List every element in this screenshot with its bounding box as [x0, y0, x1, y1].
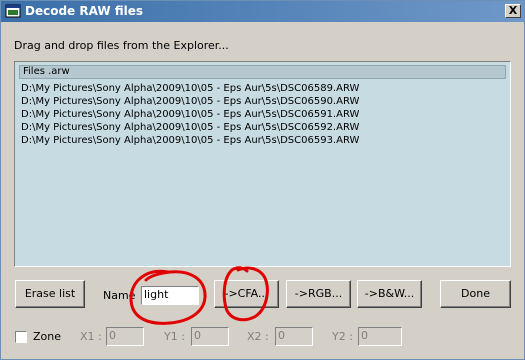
file-list-item[interactable]: D:\My Pictures\Sony Alpha\2009\10\05 - E…	[21, 121, 359, 134]
to-rgb-button[interactable]: ->RGB...	[286, 280, 351, 308]
title-bar[interactable]: Decode RAW files X	[1, 1, 524, 22]
x1-input[interactable]: 0	[106, 327, 144, 346]
done-button[interactable]: Done	[440, 280, 511, 308]
decode-raw-window: Decode RAW files X Drag and drop files f…	[0, 0, 525, 360]
y2-input[interactable]: 0	[358, 327, 402, 346]
x1-label: X1 :	[80, 330, 102, 343]
window-app-icon	[5, 4, 21, 18]
to-bw-button[interactable]: ->B&W...	[357, 280, 422, 308]
erase-list-button[interactable]: Erase list	[15, 280, 85, 308]
y1-input[interactable]: 0	[191, 327, 229, 346]
file-list-item[interactable]: D:\My Pictures\Sony Alpha\2009\10\05 - E…	[21, 82, 359, 95]
zone-label: Zone	[33, 330, 62, 343]
window-title: Decode RAW files	[25, 4, 144, 18]
close-icon: X	[508, 4, 518, 17]
drag-drop-hint: Drag and drop files from the Explorer...	[14, 39, 229, 52]
zone-checkbox[interactable]	[15, 331, 27, 343]
to-cfa-button[interactable]: ->CFA...	[214, 280, 279, 308]
files-list-rows: D:\My Pictures\Sony Alpha\2009\10\05 - E…	[21, 82, 359, 147]
close-button[interactable]: X	[505, 4, 521, 18]
x2-label: X2 :	[247, 330, 269, 343]
files-list[interactable]: Files .arw D:\My Pictures\Sony Alpha\200…	[14, 61, 511, 267]
y1-label: Y1 :	[164, 330, 185, 343]
files-list-header[interactable]: Files .arw	[19, 65, 506, 79]
file-list-item[interactable]: D:\My Pictures\Sony Alpha\2009\10\05 - E…	[21, 108, 359, 121]
x2-input[interactable]: 0	[275, 327, 313, 346]
file-list-item[interactable]: D:\My Pictures\Sony Alpha\2009\10\05 - E…	[21, 95, 359, 108]
file-list-item[interactable]: D:\My Pictures\Sony Alpha\2009\10\05 - E…	[21, 134, 359, 147]
y2-label: Y2 :	[332, 330, 353, 343]
name-label: Name	[103, 289, 136, 302]
name-input[interactable]: light	[141, 286, 199, 305]
